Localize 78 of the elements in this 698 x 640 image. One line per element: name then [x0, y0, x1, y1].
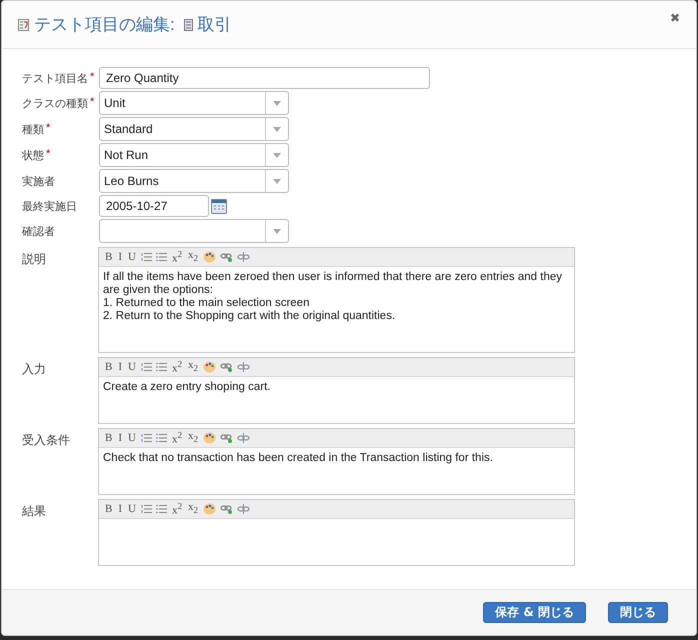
dropdown-field[interactable]: Not Run: [99, 143, 289, 167]
palette-icon[interactable]: [203, 361, 216, 373]
palette-icon[interactable]: [203, 503, 216, 515]
format-button[interactable]: U: [126, 252, 138, 262]
field-label: 入力: [22, 361, 47, 378]
numbered-list-icon[interactable]: [140, 252, 152, 262]
link-icon[interactable]: [220, 252, 234, 262]
calendar-icon[interactable]: [211, 198, 227, 214]
format-button[interactable]: B: [103, 432, 114, 444]
document-icon: [184, 18, 193, 30]
format-button[interactable]: x$_{2}$: [186, 431, 200, 445]
rich-text-area[interactable]: If all the items have been zeroed then user is informed that there are zero entries and they are given the options: 1. Returned to the main selection screen 2. Return to the Shopping cart with the original quantities.: [99, 267, 574, 352]
dialog-title: テスト項目の編集:: [34, 14, 175, 36]
dialog-button[interactable]: 閉じる: [608, 602, 668, 623]
palette-icon[interactable]: [203, 251, 216, 263]
unlink-icon[interactable]: [237, 362, 250, 372]
rich-text-area[interactable]: Check that no transaction has been created in the Transaction listing for this.: [99, 448, 574, 494]
unlink-icon[interactable]: [237, 504, 250, 514]
format-button[interactable]: I: [116, 362, 124, 372]
numbered-list-icon[interactable]: [140, 433, 152, 443]
dropdown-field[interactable]: Leo Burns: [99, 169, 289, 193]
dialog-subtitle: 取引: [198, 14, 232, 36]
close-button[interactable]: ✖: [670, 11, 680, 25]
format-button[interactable]: x$_{2}$: [186, 250, 200, 264]
field-label: 最終実施日: [22, 200, 77, 214]
field-label: 確認者: [22, 224, 55, 238]
format-button[interactable]: B: [103, 252, 114, 262]
dialog-button[interactable]: 保存 & 閉じる: [483, 602, 586, 623]
field-label: 状態: [22, 148, 44, 162]
format-button[interactable]: x$^{2}$: [170, 360, 184, 374]
numbered-list-icon[interactable]: [140, 504, 152, 514]
palette-icon[interactable]: [203, 432, 216, 444]
required-asterisk: *: [90, 70, 94, 84]
caret-icon: [273, 178, 281, 184]
format-button[interactable]: U: [126, 432, 138, 444]
bullet-list-icon[interactable]: [156, 433, 167, 443]
unlink-icon[interactable]: [237, 433, 250, 443]
caret-icon: [273, 126, 281, 132]
field-label: 説明: [22, 251, 47, 268]
required-asterisk: *: [46, 148, 50, 162]
bullet-list-icon[interactable]: [156, 252, 167, 262]
format-button[interactable]: x$_{2}$: [186, 502, 200, 516]
format-button[interactable]: B: [103, 504, 114, 514]
link-icon[interactable]: [220, 433, 234, 443]
caret-icon: [273, 228, 281, 234]
field-label: テスト項目名: [22, 72, 88, 86]
format-button[interactable]: I: [116, 504, 124, 514]
bullet-list-icon[interactable]: [156, 362, 167, 372]
format-button[interactable]: I: [116, 252, 124, 262]
dropdown-field[interactable]: Standard: [99, 117, 289, 141]
field-label: クラスの種類: [22, 96, 88, 110]
format-button[interactable]: x$^{2}$: [170, 250, 184, 264]
format-button[interactable]: B: [103, 362, 114, 372]
edit-form-icon: [18, 18, 29, 30]
format-button[interactable]: I: [116, 432, 124, 444]
field-label: 実施者: [22, 174, 55, 188]
dropdown-field[interactable]: Unit: [99, 91, 289, 115]
text-field[interactable]: Zero Quantity: [99, 67, 430, 89]
field-label: 受入条件: [22, 432, 71, 449]
field-label: 種類: [22, 122, 44, 136]
format-button[interactable]: x$^{2}$: [170, 430, 184, 446]
bullet-list-icon[interactable]: [156, 504, 167, 514]
caret-icon: [273, 152, 281, 158]
format-button[interactable]: x$_{2}$: [186, 360, 200, 374]
required-asterisk: *: [46, 122, 50, 136]
format-button[interactable]: x$^{2}$: [170, 502, 184, 516]
rich-text-area[interactable]: Create a zero entry shoping cart.: [99, 377, 574, 423]
field-label: 結果: [22, 503, 47, 520]
numbered-list-icon[interactable]: [140, 362, 152, 372]
dropdown-field[interactable]: [99, 219, 289, 243]
format-button[interactable]: U: [126, 362, 138, 372]
required-asterisk: *: [90, 96, 94, 110]
format-button[interactable]: U: [126, 504, 138, 514]
date-field[interactable]: 2005-10-27: [99, 195, 209, 217]
caret-icon: [273, 100, 281, 106]
link-icon[interactable]: [220, 362, 234, 372]
link-icon[interactable]: [220, 504, 234, 514]
unlink-icon[interactable]: [237, 252, 250, 262]
